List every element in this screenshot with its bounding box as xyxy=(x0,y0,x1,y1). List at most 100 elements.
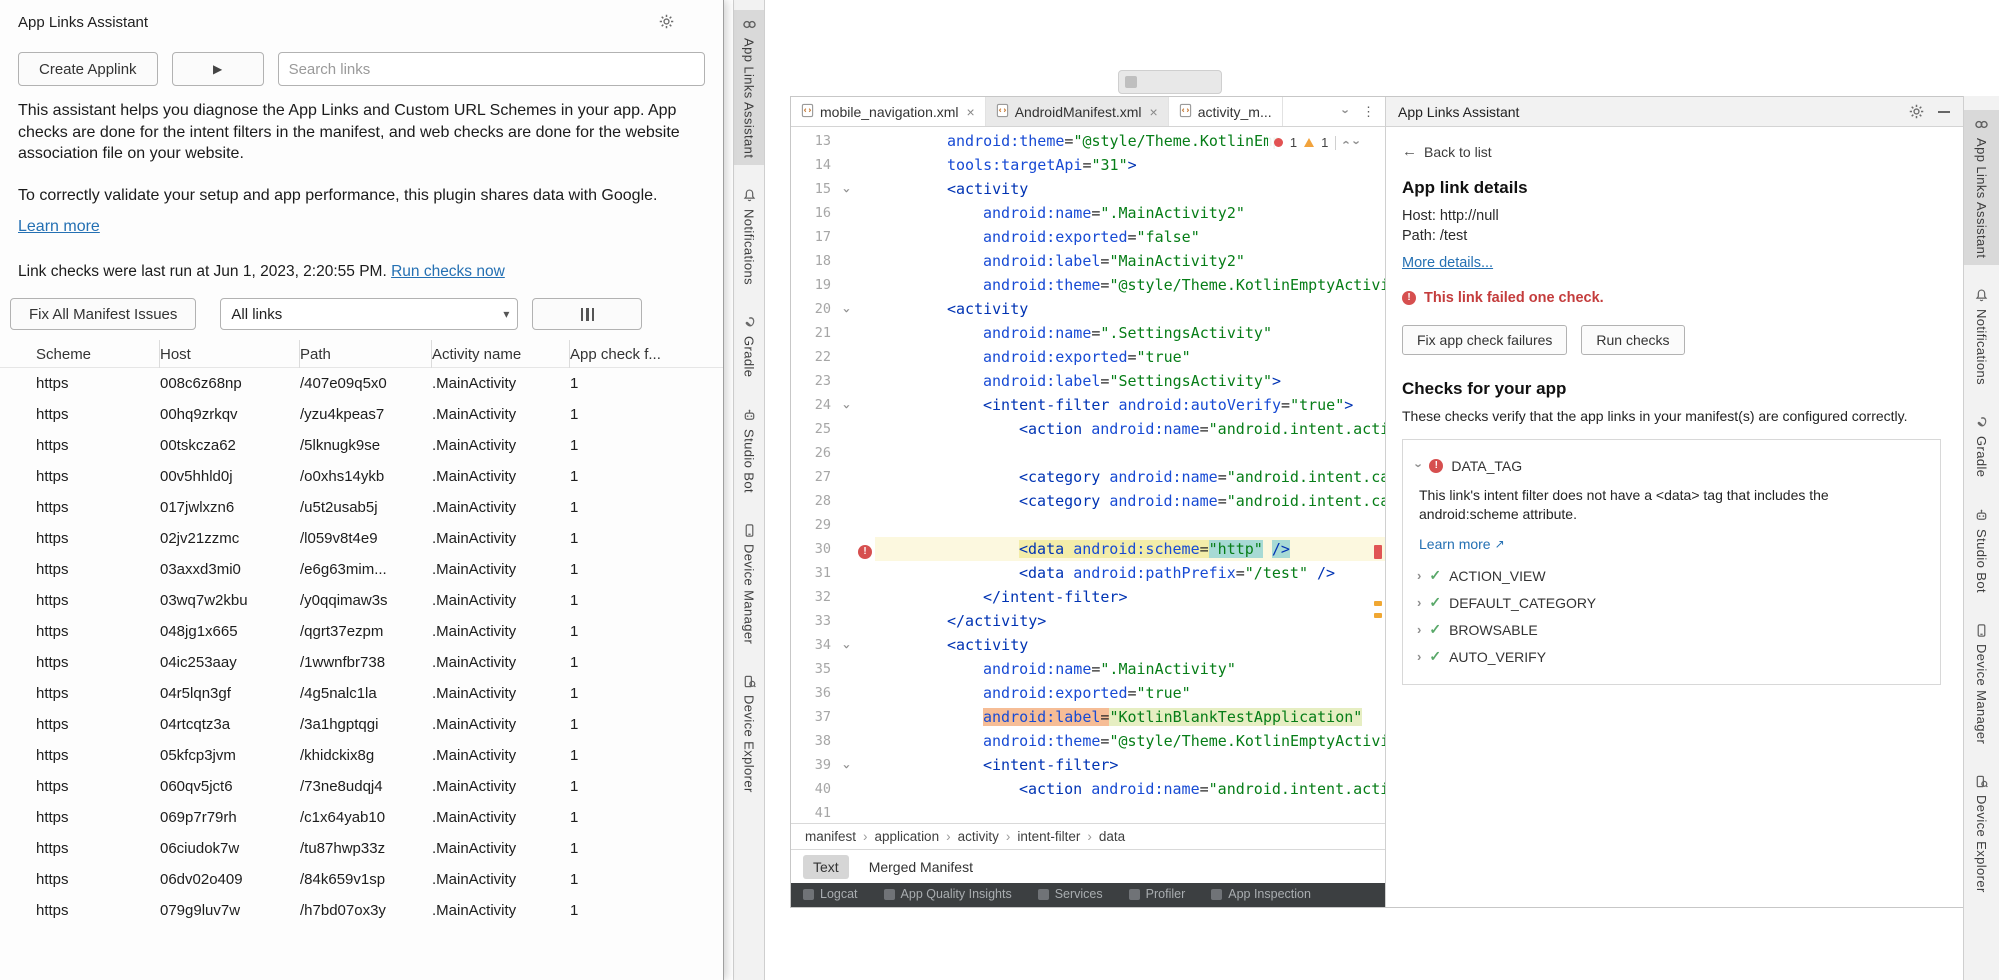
breadcrumb-item-intent-filter[interactable]: intent-filter xyxy=(1017,829,1080,844)
code-line[interactable]: 30!<data android:scheme="http" /> xyxy=(791,537,1385,561)
run-checks-now-link[interactable]: Run checks now xyxy=(391,263,505,280)
fix-app-check-failures-button[interactable]: Fix app check failures xyxy=(1402,325,1567,355)
links-filter-dropdown[interactable]: All links ▾ xyxy=(220,298,518,330)
table-row[interactable]: https04rtcqtz3a/3a1hgptqgi.MainActivity1 xyxy=(0,709,723,740)
bottom-tab-merged-manifest[interactable]: Merged Manifest xyxy=(859,855,983,879)
code-line[interactable]: 16android:name=".MainActivity2" xyxy=(791,201,1385,225)
code-line[interactable]: 28<category android:name="android.intent… xyxy=(791,489,1385,513)
statusbar-item-app-inspection[interactable]: App Inspection xyxy=(1211,887,1311,901)
code-line[interactable]: 31<data android:pathPrefix="/test" /> xyxy=(791,561,1385,585)
table-row[interactable]: https04r5lqn3gf/4g5nalc1la.MainActivity1 xyxy=(0,678,723,709)
warning-stripe-mark[interactable] xyxy=(1374,613,1382,618)
tool-strip-item-studio-bot[interactable]: Studio Bot xyxy=(734,401,764,500)
check-item-data-tag[interactable]: › ! DATA_TAG xyxy=(1417,452,1926,479)
breadcrumb-item-data[interactable]: data xyxy=(1099,829,1125,844)
code-editor[interactable]: 13android:theme="@style/Theme.KotlinEmp1… xyxy=(791,127,1385,823)
breadcrumb-item-activity[interactable]: activity xyxy=(958,829,999,844)
tool-strip-item-device-explorer[interactable]: Device Explorer xyxy=(1964,767,1999,900)
table-row[interactable]: https00v5hhld0j/o0xhs14ykb.MainActivity1 xyxy=(0,461,723,492)
inspections-widget[interactable]: 1 1 › › xyxy=(1268,133,1365,152)
tool-strip-item-device-manager[interactable]: Device Manager xyxy=(734,516,764,651)
check-item-auto-verify[interactable]: ›✓AUTO_VERIFY xyxy=(1417,643,1926,670)
table-row[interactable]: https017jwlxzn6/u5t2usab5j.MainActivity1 xyxy=(0,492,723,523)
gutter-error-icon[interactable]: ! xyxy=(855,537,875,561)
kebab-menu-icon[interactable]: ⋮ xyxy=(1362,104,1375,120)
code-line[interactable]: 38android:theme="@style/Theme.KotlinEmpt… xyxy=(791,729,1385,753)
editor-tab-activity-m[interactable]: activity_m... xyxy=(1169,97,1283,126)
statusbar-item-logcat[interactable]: Logcat xyxy=(803,887,858,901)
tool-strip-item-app-links-assistant[interactable]: App Links Assistant xyxy=(734,10,764,165)
table-column-header-app-check-f[interactable]: App check f... xyxy=(570,340,723,368)
table-column-header-scheme[interactable]: Scheme xyxy=(36,340,160,368)
chevron-right-icon[interactable]: › xyxy=(1417,596,1421,609)
statusbar-item-services[interactable]: Services xyxy=(1038,887,1103,901)
minimize-icon[interactable] xyxy=(1938,104,1953,119)
table-column-header-path[interactable]: Path xyxy=(300,340,432,368)
code-line[interactable]: 18android:label="MainActivity2" xyxy=(791,249,1385,273)
fold-icon[interactable]: › xyxy=(837,297,855,321)
check-item-action-view[interactable]: ›✓ACTION_VIEW xyxy=(1417,562,1926,589)
code-line[interactable]: 15›<activity xyxy=(791,177,1385,201)
table-row[interactable]: https060qv5jct6/73ne8udqj4.MainActivity1 xyxy=(0,771,723,802)
code-line[interactable]: 20›<activity xyxy=(791,297,1385,321)
code-line[interactable]: 39›<intent-filter> xyxy=(791,753,1385,777)
run-checks-button[interactable]: Run checks xyxy=(1581,325,1684,355)
table-row[interactable]: https079g9luv7w/h7bd07ox3y.MainActivity1 xyxy=(0,895,723,926)
gear-icon[interactable] xyxy=(1909,104,1924,119)
code-line[interactable]: 24›<intent-filter android:autoVerify="tr… xyxy=(791,393,1385,417)
tool-strip-item-device-explorer[interactable]: Device Explorer xyxy=(734,667,764,800)
back-to-list-link[interactable]: ← Back to list xyxy=(1402,143,1941,160)
table-row[interactable]: https03wq7w2kbu/y0qqimaw3s.MainActivity1 xyxy=(0,585,723,616)
code-line[interactable]: 29 xyxy=(791,513,1385,537)
check-item-browsable[interactable]: ›✓BROWSABLE xyxy=(1417,616,1926,643)
breadcrumb-item-application[interactable]: application xyxy=(875,829,940,844)
run-button[interactable]: ▶ xyxy=(172,52,264,86)
chevron-down-icon[interactable]: › xyxy=(1339,109,1352,113)
chevron-down-icon[interactable]: › xyxy=(1413,463,1426,467)
tool-strip-item-notifications[interactable]: Notifications xyxy=(734,181,764,292)
next-issue-icon[interactable]: › xyxy=(1350,140,1363,144)
create-applink-button[interactable]: Create Applink xyxy=(18,52,158,86)
table-row[interactable]: https069p7r79rh/c1x64yab10.MainActivity1 xyxy=(0,802,723,833)
table-column-header-host[interactable]: Host xyxy=(160,340,300,368)
code-line[interactable]: 26 xyxy=(791,441,1385,465)
fold-icon[interactable]: › xyxy=(837,633,855,657)
code-line[interactable]: 27<category android:name="android.intent… xyxy=(791,465,1385,489)
tool-strip-item-device-manager[interactable]: Device Manager xyxy=(1964,616,1999,751)
warning-stripe-mark[interactable] xyxy=(1374,601,1382,606)
code-line[interactable]: 40<action android:name="android.intent.a… xyxy=(791,777,1385,801)
code-line[interactable]: 19android:theme="@style/Theme.KotlinEmpt… xyxy=(791,273,1385,297)
breadcrumb-item-manifest[interactable]: manifest xyxy=(805,829,856,844)
code-line[interactable]: 17android:exported="false" xyxy=(791,225,1385,249)
code-line[interactable]: 14tools:targetApi="31"> xyxy=(791,153,1385,177)
chevron-right-icon[interactable]: › xyxy=(1417,569,1421,582)
table-row[interactable]: https05kfcp3jvm/khidckix8g.MainActivity1 xyxy=(0,740,723,771)
table-column-header-activity-name[interactable]: Activity name xyxy=(432,340,570,368)
check-item-default-category[interactable]: ›✓DEFAULT_CATEGORY xyxy=(1417,589,1926,616)
table-row[interactable]: https048jg1x665/qgrt37ezpm.MainActivity1 xyxy=(0,616,723,647)
more-details-link[interactable]: More details... xyxy=(1402,255,1493,271)
chevron-right-icon[interactable]: › xyxy=(1417,623,1421,636)
tool-strip-item-app-links-assistant[interactable]: App Links Assistant xyxy=(1964,110,1999,265)
editor-tab-mobile-navigation-xml[interactable]: mobile_navigation.xml× xyxy=(791,97,986,126)
bottom-tab-text[interactable]: Text xyxy=(803,855,849,879)
code-line[interactable]: 21android:name=".SettingsActivity" xyxy=(791,321,1385,345)
table-row[interactable]: https04ic253aay/1wwnfbr738.MainActivity1 xyxy=(0,647,723,678)
error-stripe-mark[interactable] xyxy=(1374,545,1382,559)
table-row[interactable]: https06dv02o409/84k659v1sp.MainActivity1 xyxy=(0,864,723,895)
tool-strip-item-studio-bot[interactable]: Studio Bot xyxy=(1964,501,1999,600)
data-tag-learn-more-link[interactable]: Learn more xyxy=(1419,536,1491,552)
table-row[interactable]: https008c6z68np/407e09q5x0.MainActivity1 xyxy=(0,368,723,399)
tool-strip-item-gradle[interactable]: Gradle xyxy=(1964,408,1999,484)
editor-tab-androidmanifest-xml[interactable]: AndroidManifest.xml× xyxy=(986,97,1169,126)
search-input[interactable] xyxy=(278,52,705,86)
chevron-right-icon[interactable]: › xyxy=(1417,650,1421,663)
table-row[interactable]: https00hq9zrkqv/yzu4kpeas7.MainActivity1 xyxy=(0,399,723,430)
tool-strip-item-gradle[interactable]: Gradle xyxy=(734,308,764,384)
code-line[interactable]: 36android:exported="true" xyxy=(791,681,1385,705)
fold-icon[interactable]: › xyxy=(837,177,855,201)
close-icon[interactable]: × xyxy=(1150,104,1158,120)
fix-all-manifest-issues-button[interactable]: Fix All Manifest Issues xyxy=(10,298,196,330)
close-icon[interactable]: × xyxy=(967,104,975,120)
fold-icon[interactable]: › xyxy=(837,393,855,417)
